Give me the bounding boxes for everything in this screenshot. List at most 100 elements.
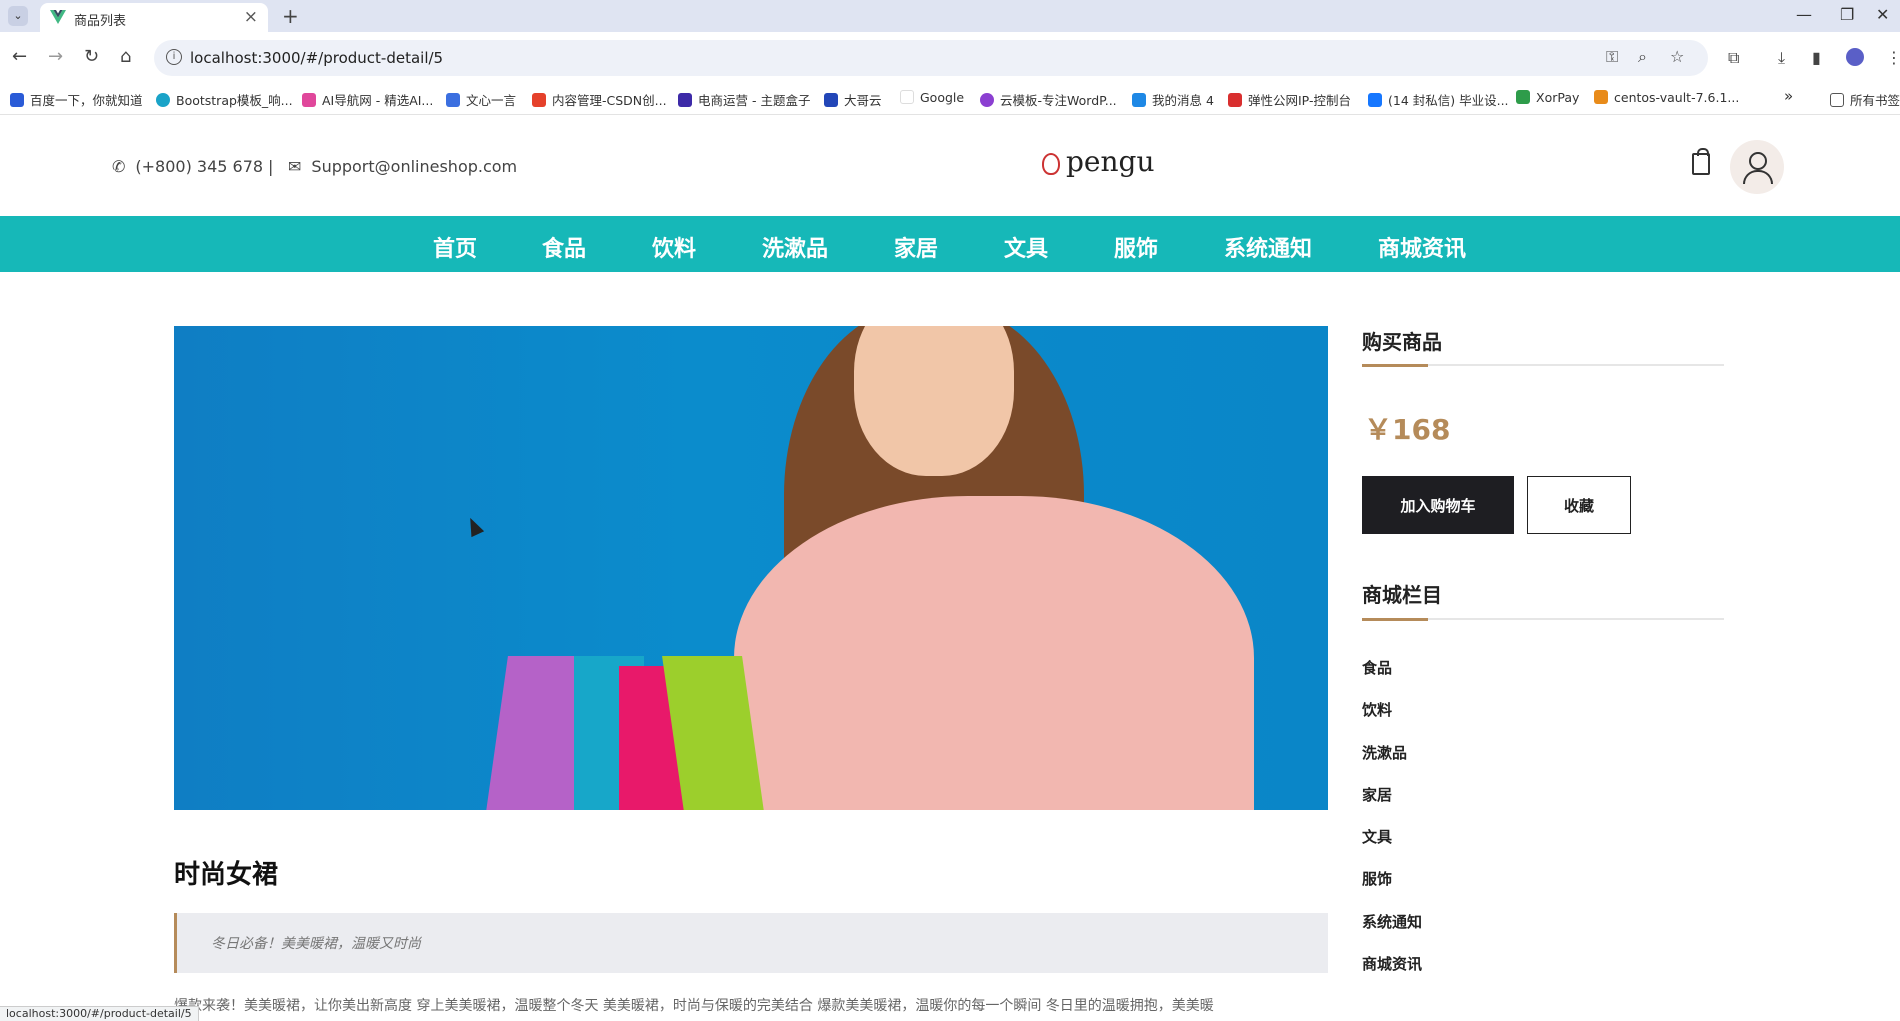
bookmark-item[interactable]: centos-vault-7.6.1... bbox=[1594, 90, 1739, 105]
back-icon[interactable]: ← bbox=[12, 46, 27, 67]
profile-avatar-icon[interactable] bbox=[1846, 48, 1864, 66]
sidebar-category-apparel[interactable]: 服饰 bbox=[1362, 868, 1392, 889]
bookmark-item[interactable]: (14 封私信) 毕业设... bbox=[1368, 90, 1509, 109]
nav-item-apparel[interactable]: 服饰 bbox=[1114, 231, 1158, 263]
csdn-icon bbox=[532, 93, 546, 107]
nav-item-home[interactable]: 首页 bbox=[433, 231, 477, 263]
bookmark-item[interactable]: 百度一下，你就知道 bbox=[10, 90, 143, 109]
wenxin-icon bbox=[446, 93, 460, 107]
sidebar-category-stationery[interactable]: 文具 bbox=[1362, 826, 1392, 847]
divider-accent bbox=[1362, 364, 1428, 367]
site-logo[interactable]: pengu bbox=[1042, 145, 1154, 178]
sidebar-category-food[interactable]: 食品 bbox=[1362, 657, 1392, 678]
zoom-icon[interactable]: ⌕ bbox=[1638, 47, 1647, 67]
divider-accent bbox=[1362, 618, 1428, 621]
nav-item-drinks[interactable]: 饮料 bbox=[652, 231, 696, 263]
status-bar-url: localhost:3000/#/product-detail/5 bbox=[0, 1006, 199, 1021]
bookmark-star-icon[interactable]: ☆ bbox=[1670, 47, 1684, 66]
bilibili-icon bbox=[1132, 93, 1146, 107]
nav-item-news[interactable]: 商城资讯 bbox=[1378, 231, 1466, 263]
huawei-icon bbox=[1228, 93, 1242, 107]
new-tab-button[interactable]: + bbox=[282, 4, 299, 28]
bookmark-item[interactable]: Bootstrap模板_响... bbox=[156, 90, 293, 109]
bookmark-item[interactable]: Google bbox=[900, 90, 964, 105]
header-separator: | bbox=[268, 157, 274, 176]
download-icon[interactable]: ⤓ bbox=[1778, 48, 1785, 68]
password-key-icon[interactable]: ⚿ bbox=[1606, 47, 1618, 67]
tab-search-icon[interactable]: ⌄ bbox=[8, 6, 28, 26]
nav-item-stationery[interactable]: 文具 bbox=[1004, 231, 1048, 263]
bookmark-item[interactable]: AI导航网 - 精选AI... bbox=[302, 90, 433, 109]
email-contact[interactable]: ✉ Support@onlineshop.com bbox=[288, 157, 517, 176]
bookmark-item[interactable]: 大哥云 bbox=[824, 90, 882, 109]
sidebar-category-home-goods[interactable]: 家居 bbox=[1362, 784, 1392, 805]
user-account-icon[interactable] bbox=[1730, 140, 1784, 194]
sidebar-category-notices[interactable]: 系统通知 bbox=[1362, 911, 1422, 932]
address-url[interactable]: localhost:3000/#/product-detail/5 bbox=[190, 49, 443, 67]
phone-contact[interactable]: ✆ (+800) 345 678 bbox=[112, 157, 263, 176]
centos-icon bbox=[1594, 90, 1608, 104]
hero-figure-dress bbox=[734, 496, 1254, 810]
forward-icon[interactable]: → bbox=[48, 46, 63, 67]
shopping-bag-icon[interactable] bbox=[1692, 148, 1710, 175]
baidu-icon bbox=[10, 93, 24, 107]
bookmark-item[interactable]: 电商运营 - 主题盒子 bbox=[678, 90, 810, 109]
extensions-icon[interactable]: ⧉ bbox=[1728, 48, 1739, 68]
main-navigation: 首页 食品 饮料 洗漱品 家居 文具 服饰 系统通知 商城资讯 bbox=[0, 216, 1900, 272]
home-icon[interactable]: ⌂ bbox=[120, 46, 131, 67]
phone-icon: ✆ bbox=[112, 157, 126, 176]
hero-figure-face bbox=[854, 326, 1014, 476]
product-title: 时尚女裙 bbox=[174, 860, 279, 890]
buy-section-divider bbox=[1362, 364, 1724, 367]
nav-item-home-goods[interactable]: 家居 bbox=[894, 231, 938, 263]
ai-nav-icon bbox=[302, 93, 316, 107]
bookmark-item[interactable]: XorPay bbox=[1516, 90, 1579, 105]
browser-tab-strip: ⌄ 商品列表 × + — ❐ ✕ bbox=[0, 0, 1900, 32]
site-info-icon[interactable]: i bbox=[166, 49, 182, 65]
penguin-logo-icon bbox=[1042, 153, 1060, 175]
google-icon bbox=[900, 90, 914, 104]
product-description: 爆款来袭！美美暖裙，让你美出新高度 穿上美美暖裙，温暖整个冬天 美美暖裙，时尚与… bbox=[174, 998, 1214, 1014]
add-to-cart-button[interactable]: 加入购物车 bbox=[1362, 476, 1514, 534]
yunmuban-icon bbox=[980, 93, 994, 107]
zhihu-icon bbox=[1368, 93, 1382, 107]
product-hero-image bbox=[174, 326, 1328, 810]
bookmark-item[interactable]: 我的消息 4 bbox=[1132, 90, 1214, 109]
bookmark-item[interactable]: 文心一言 bbox=[446, 90, 516, 109]
browser-toolbar: ← → ↻ ⌂ i localhost:3000/#/product-detai… bbox=[0, 32, 1900, 84]
vue-favicon-icon bbox=[50, 10, 66, 24]
bookmarks-overflow-icon[interactable]: » bbox=[1784, 87, 1793, 105]
restore-icon[interactable]: ❐ bbox=[1840, 5, 1854, 24]
product-subtitle: 冬日必备！美美暖裙，温暖又时尚 bbox=[211, 936, 421, 952]
minimize-icon[interactable]: — bbox=[1796, 5, 1812, 24]
all-bookmarks[interactable]: 所有书签 bbox=[1830, 90, 1900, 109]
tab-active[interactable]: 商品列表 × bbox=[40, 3, 268, 32]
bookmark-item[interactable]: 弹性公网IP-控制台 bbox=[1228, 90, 1351, 109]
side-panel-icon[interactable]: ▮ bbox=[1812, 48, 1821, 67]
tab-close-icon[interactable]: × bbox=[244, 7, 258, 27]
user-icon-body bbox=[1743, 170, 1773, 184]
mail-icon: ✉ bbox=[288, 157, 302, 176]
buy-section-title: 购买商品 bbox=[1362, 330, 1442, 354]
address-bar[interactable]: i localhost:3000/#/product-detail/5 ⚿ ⌕ … bbox=[154, 40, 1708, 76]
reload-icon[interactable]: ↻ bbox=[84, 46, 99, 67]
theme-box-icon bbox=[678, 93, 692, 107]
nav-item-toiletries[interactable]: 洗漱品 bbox=[762, 231, 828, 263]
dage-cloud-icon bbox=[824, 93, 838, 107]
bookmark-item[interactable]: 内容管理-CSDN创... bbox=[532, 90, 667, 109]
categories-section-title: 商城栏目 bbox=[1362, 583, 1442, 607]
nav-item-notices[interactable]: 系统通知 bbox=[1224, 231, 1312, 263]
close-window-icon[interactable]: ✕ bbox=[1876, 5, 1889, 24]
sidebar-category-toiletries[interactable]: 洗漱品 bbox=[1362, 742, 1407, 763]
bootstrap-icon bbox=[156, 93, 170, 107]
xorpay-icon bbox=[1516, 90, 1530, 104]
user-icon-head bbox=[1749, 152, 1767, 170]
product-subtitle-quote: 冬日必备！美美暖裙，温暖又时尚 bbox=[174, 913, 1328, 973]
browser-menu-icon[interactable]: ⋮ bbox=[1886, 48, 1900, 67]
bookmark-item[interactable]: 云模板-专注WordP... bbox=[980, 90, 1117, 109]
product-price: ￥168 bbox=[1364, 413, 1451, 446]
sidebar-category-news[interactable]: 商城资讯 bbox=[1362, 953, 1422, 974]
sidebar-category-drinks[interactable]: 饮料 bbox=[1362, 699, 1392, 720]
nav-item-food[interactable]: 食品 bbox=[542, 231, 586, 263]
favorite-button[interactable]: 收藏 bbox=[1527, 476, 1631, 534]
